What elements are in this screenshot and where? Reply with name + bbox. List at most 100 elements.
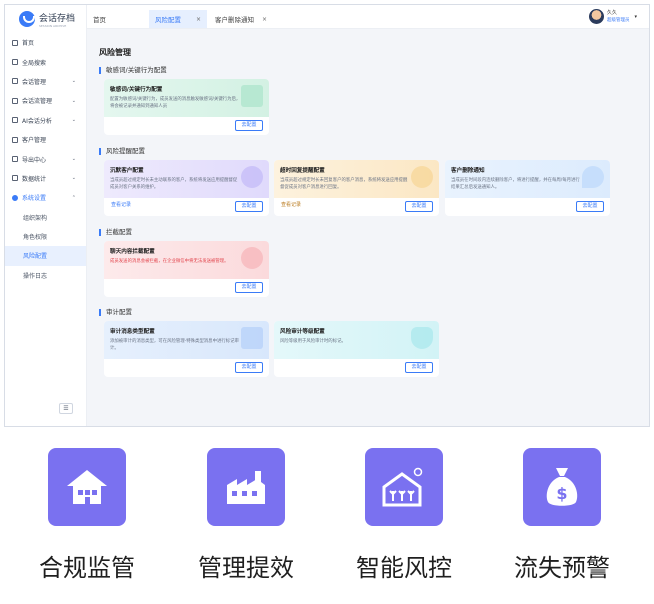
tab-customer-delete-notice[interactable]: 客户删除通知 × xyxy=(209,10,273,28)
sidebar-item-session-flow[interactable]: 会话流管理 ⌄ xyxy=(5,91,86,110)
home-icon xyxy=(12,39,18,46)
sidebar: 会话存档 SESSION ARCHIVE 首页 全局搜索 会话管理 ⌄ 会话流管理… xyxy=(5,5,87,426)
sidebar-item-label: AI会话分析 xyxy=(22,117,52,125)
logo-text: 会话存档 xyxy=(39,13,76,24)
shield-icon xyxy=(411,327,433,349)
search-icon xyxy=(12,59,18,66)
card-sensitive-config: 敏感词/关键行为配置 配置为敏感词/关键行为，成员发送的消息触发敏感词/关键行为… xyxy=(104,79,269,135)
configure-button[interactable]: 去配置 xyxy=(405,201,433,212)
sidebar-item-label: 首页 xyxy=(22,40,35,48)
sidebar-item-customer[interactable]: 客户管理 xyxy=(5,130,86,149)
user-menu[interactable]: 久久 超级管理员 ▾ xyxy=(588,9,637,24)
tab-risk-config[interactable]: 风险配置 × xyxy=(149,10,207,28)
sidebar-item-global-search[interactable]: 全局搜索 xyxy=(5,52,86,71)
sidebar-item-label: 客户管理 xyxy=(22,137,47,145)
greenhouse-icon xyxy=(382,467,423,507)
sidebar-item-label: 系统设置 xyxy=(22,195,47,203)
page-title: 风险管理 xyxy=(99,48,131,57)
feature-label: 智能风控 xyxy=(356,554,452,582)
svg-text:$: $ xyxy=(556,484,567,503)
sidebar-subitem-risk-config[interactable]: 风险配置 xyxy=(5,246,86,266)
feature-label: 管理提效 xyxy=(198,554,294,582)
sidebar-item-export[interactable]: 导出中心 ⌄ xyxy=(5,149,86,168)
card-customer-delete: 客户删除通知 当成员在时间段内连续删除客户，将进行提醒，并在每周/每月进行结果汇… xyxy=(445,160,610,216)
section-title-sensitive: 敏感词/关键行为配置 xyxy=(99,67,167,74)
chevron-down-icon: ⌄ xyxy=(71,175,76,182)
sidebar-item-label: 导出中心 xyxy=(22,156,47,164)
configure-button[interactable]: 去配置 xyxy=(405,362,433,373)
avatar xyxy=(588,9,604,24)
close-icon[interactable]: × xyxy=(262,16,267,23)
card-desc: 成员发送的消息会被拦截，在企业微信中将无法发送被管理。 xyxy=(110,259,229,264)
sidebar-item-home[interactable]: 首页 xyxy=(5,33,86,52)
section-title-intercept: 拦截配置 xyxy=(99,229,132,236)
feature-compliance xyxy=(45,448,129,526)
feature-tile xyxy=(365,448,443,526)
chevron-down-icon: ⌄ xyxy=(71,97,76,104)
factory-icon xyxy=(227,471,265,504)
card-desc: 当成员超过规定时长未回复客户的客户消息，系统将发送应用提醒督促成员对客户消息进行… xyxy=(280,178,408,190)
card-title: 客户删除通知 xyxy=(451,168,485,174)
clock-icon xyxy=(12,97,18,104)
card-desc: 风险等级用于风险审计时的标记。 xyxy=(280,339,346,344)
gear-icon xyxy=(12,194,18,201)
configure-button[interactable]: 去配置 xyxy=(576,201,604,212)
view-records-link[interactable]: 查看记录 xyxy=(111,201,131,208)
house-icon xyxy=(67,470,107,504)
sidebar-subitem-roles[interactable]: 角色权限 xyxy=(5,227,86,246)
chevron-down-icon: ⌄ xyxy=(71,117,76,124)
feature-churn-warning: $ xyxy=(520,448,604,526)
bell-icon xyxy=(241,166,263,188)
ai-icon xyxy=(12,117,18,124)
chat-icon xyxy=(12,78,18,85)
logo-subtext: SESSION ARCHIVE xyxy=(39,23,67,28)
configure-button[interactable]: 去配置 xyxy=(235,362,263,373)
sidebar-subitem-operation-log[interactable]: 操作日志 xyxy=(5,266,86,285)
card-desc: 当成员超过规定时长未主动联系的客户，系统将发送应用提醒督促成员对客户关系的维护。 xyxy=(110,178,238,190)
main-content: 风险管理 敏感词/关键行为配置 敏感词/关键行为配置 配置为敏感词/关键行为，成… xyxy=(87,29,649,426)
feature-label: 合规监管 xyxy=(39,554,135,582)
sidebar-item-ai-analysis[interactable]: AI会话分析 ⌄ xyxy=(5,111,86,130)
card-audit-type: 审计消息类型配置 添加被审计的消息类型，可在风险管理-特殊类型消息中进行标记审计… xyxy=(104,321,269,377)
sidebar-item-statistics[interactable]: 数据统计 ⌄ xyxy=(5,169,86,188)
close-icon[interactable]: × xyxy=(196,16,201,23)
chevron-down-icon: ⌄ xyxy=(71,78,76,85)
card-audit-level: 风险审计等级配置 风险等级用于风险审计时的标记。 去配置 xyxy=(274,321,439,377)
card-title: 沉默客户配置 xyxy=(110,168,144,174)
feature-label: 流失预警 xyxy=(514,554,610,582)
sidebar-item-session-manage[interactable]: 会话管理 ⌄ xyxy=(5,72,86,91)
feature-tile xyxy=(48,448,126,526)
feature-risk-control xyxy=(362,448,446,526)
sidebar-subitem-org[interactable]: 组织架构 xyxy=(5,208,86,227)
card-title: 聊天内容拦截配置 xyxy=(110,249,155,255)
sidebar-item-label: 会话流管理 xyxy=(22,98,53,106)
image-icon xyxy=(241,327,263,349)
configure-button[interactable]: 去配置 xyxy=(235,282,263,293)
app-screenshot: 会话存档 SESSION ARCHIVE 首页 全局搜索 会话管理 ⌄ 会话流管理… xyxy=(4,4,650,427)
sidebar-item-label: 会话管理 xyxy=(22,78,47,86)
chart-icon xyxy=(12,175,18,182)
section-title-audit: 审计配置 xyxy=(99,309,132,316)
configure-button[interactable]: 去配置 xyxy=(235,120,263,131)
tab-label: 首页 xyxy=(93,16,106,24)
user-name: 久久 xyxy=(606,9,617,16)
tab-label: 风险配置 xyxy=(155,16,181,24)
logo-icon xyxy=(19,11,35,27)
document-icon xyxy=(241,85,263,107)
card-timeout-reply: 超时回复提醒配置 当成员超过规定时长未回复客户的客户消息，系统将发送应用提醒督促… xyxy=(274,160,439,216)
customer-icon xyxy=(12,136,18,143)
tab-bar: 首页 风险配置 × 客户删除通知 × 久久 超级管理员 ▾ xyxy=(87,5,649,29)
view-records-link[interactable]: 查看记录 xyxy=(281,201,301,208)
tab-home[interactable]: 首页 xyxy=(87,10,147,28)
user-role: 超级管理员 xyxy=(606,17,630,23)
sidebar-item-label: 全局搜索 xyxy=(22,59,47,67)
configure-button[interactable]: 去配置 xyxy=(235,201,263,212)
feature-efficiency xyxy=(204,448,288,526)
app-logo[interactable]: 会话存档 SESSION ARCHIVE xyxy=(5,5,86,33)
feature-tile xyxy=(207,448,285,526)
sidebar-item-system-settings[interactable]: 系统设置 ⌃ xyxy=(5,188,86,207)
card-intercept-config: 聊天内容拦截配置 成员发送的消息会被拦截，在企业微信中将无法发送被管理。 去配置 xyxy=(104,241,269,297)
sidebar-nav: 首页 全局搜索 会话管理 ⌄ 会话流管理 ⌄ AI会话分析 ⌄ 客户管理 导出中心 ⌄ … xyxy=(5,33,86,285)
collapse-sidebar-button[interactable]: ☰ xyxy=(59,403,73,414)
chevron-down-icon: ⌄ xyxy=(71,156,76,163)
